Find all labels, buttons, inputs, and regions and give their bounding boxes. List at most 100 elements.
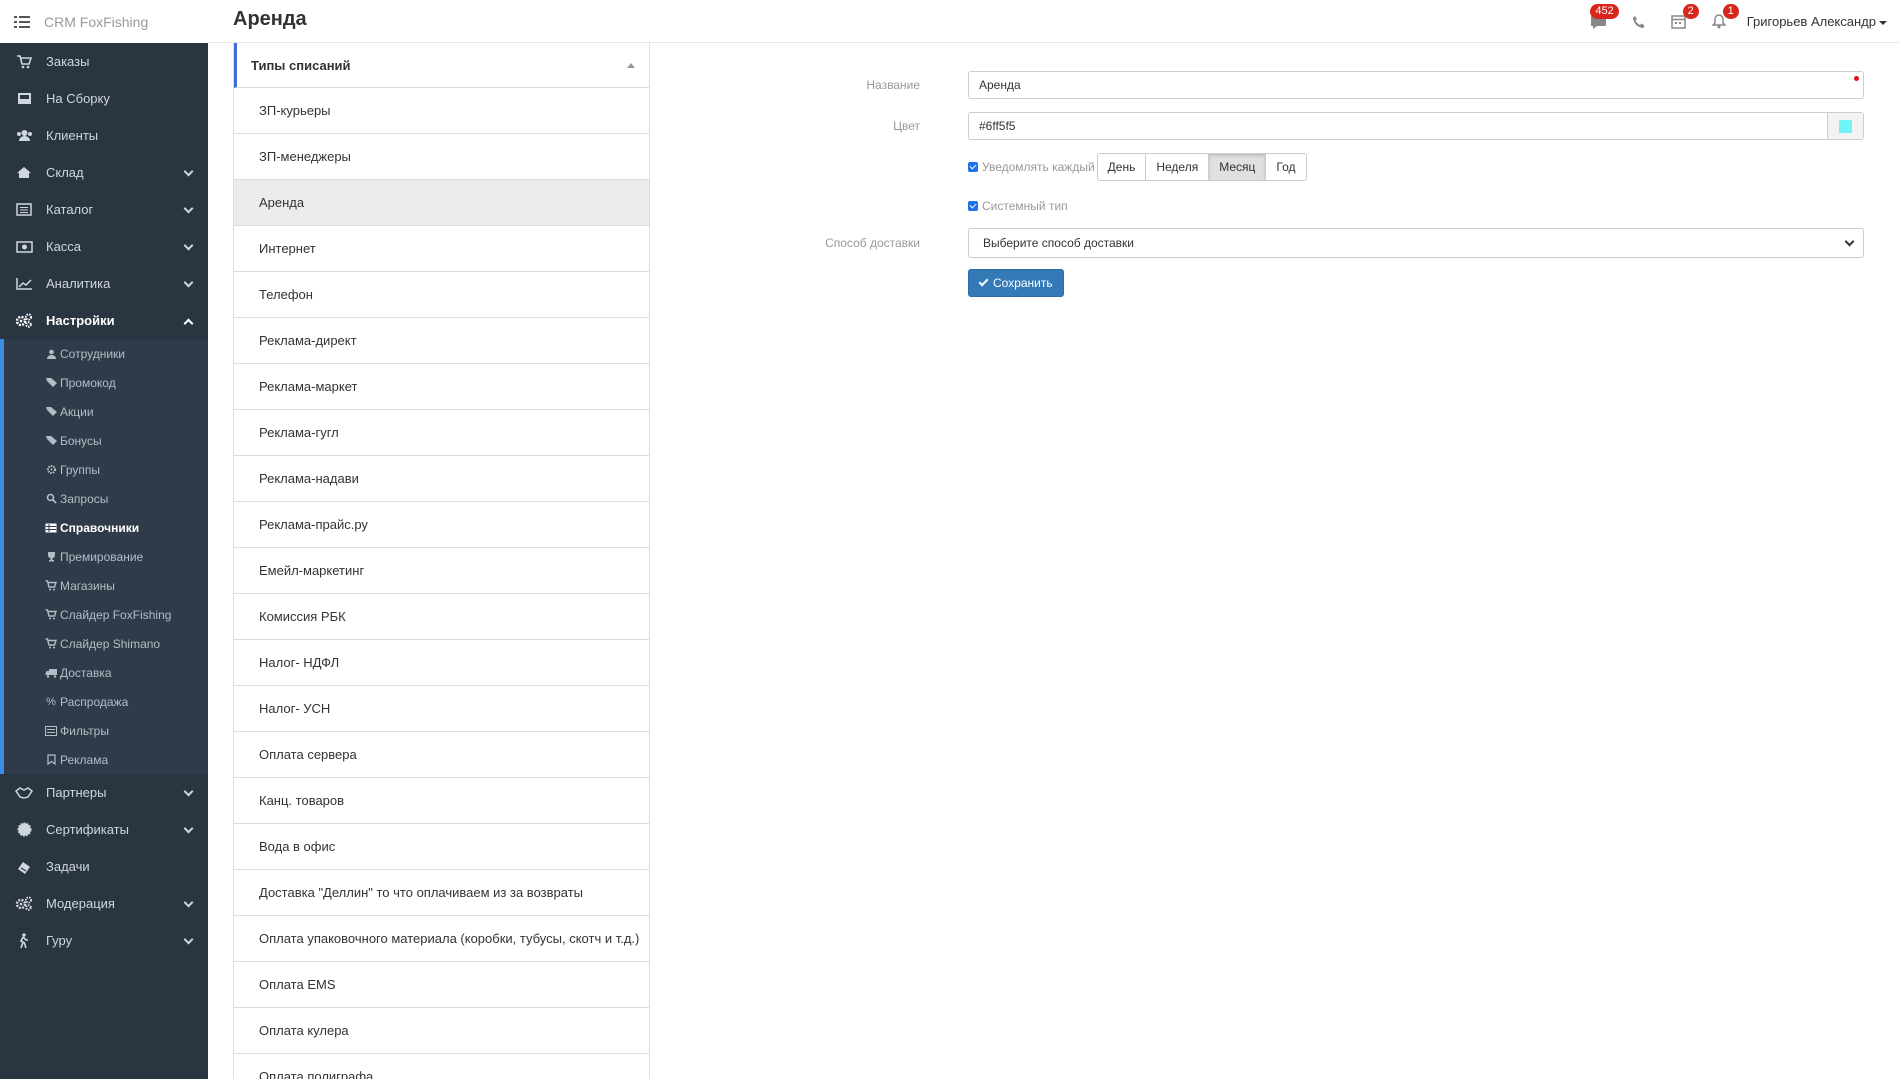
- color-label: Цвет: [893, 119, 920, 133]
- sidebar-item-tasks[interactable]: Задачи: [0, 848, 208, 885]
- sidebar-subitem-requests[interactable]: Запросы: [4, 484, 208, 513]
- delivery-select[interactable]: Выберите способ доставки: [968, 228, 1864, 258]
- sidebar-subitem-sale[interactable]: % Распродажа: [4, 687, 208, 716]
- list-item[interactable]: Реклама-надави: [234, 456, 649, 502]
- period-button-group: День Неделя Месяц Год: [1096, 153, 1307, 181]
- list-item[interactable]: Оплата кулера: [234, 1008, 649, 1054]
- sidebar-subitem-label: Премирование: [60, 549, 144, 564]
- delivery-label: Способ доставки: [825, 236, 920, 250]
- sidebar-item-partners[interactable]: Партнеры: [0, 774, 208, 811]
- list-item[interactable]: Оплата упаковочного материала (коробки, …: [234, 916, 649, 962]
- list-item[interactable]: Налог- НДФЛ: [234, 640, 649, 686]
- list-item[interactable]: ЗП-курьеры: [234, 88, 649, 134]
- sidebar-subitem-bonus-awards[interactable]: Премирование: [4, 542, 208, 571]
- list-item[interactable]: Реклама-гугл: [234, 410, 649, 456]
- sidebar-item-settings[interactable]: Настройки: [0, 302, 208, 339]
- sidebar-subitem-label: Реклама: [60, 752, 109, 767]
- list-item[interactable]: Телефон: [234, 272, 649, 318]
- sidebar-subitem-label: Группы: [60, 462, 100, 477]
- list-item[interactable]: Канц. товаров: [234, 778, 649, 824]
- name-field[interactable]: Аренда: [968, 71, 1864, 99]
- list-header[interactable]: Типы списаний: [234, 43, 649, 88]
- sidebar-item-cash[interactable]: Касса: [0, 228, 208, 265]
- sidebar-item-certificates[interactable]: Сертификаты: [0, 811, 208, 848]
- chevron-down-icon: [183, 934, 194, 945]
- notifications-badge: 1: [1722, 3, 1739, 19]
- list-item[interactable]: Реклама-прайс.ру: [234, 502, 649, 548]
- home-icon: [14, 165, 34, 181]
- list-item[interactable]: Реклама-маркет: [234, 364, 649, 410]
- brand[interactable]: CRM FoxFishing: [0, 0, 208, 43]
- calendar-button[interactable]: 2: [1667, 3, 1699, 34]
- messages-button[interactable]: 452: [1587, 3, 1619, 34]
- sidebar-item-catalog[interactable]: Каталог: [0, 191, 208, 228]
- user-menu[interactable]: Григорьев Александр: [1747, 14, 1887, 29]
- menu-icon[interactable]: [14, 15, 30, 28]
- cart-icon: [44, 638, 58, 650]
- tasks-icon: [14, 859, 34, 875]
- list-item[interactable]: Аренда: [234, 180, 649, 226]
- list-item[interactable]: Налог- УСН: [234, 686, 649, 732]
- chevron-down-icon: [183, 166, 194, 177]
- sidebar-subitem-delivery[interactable]: Доставка: [4, 658, 208, 687]
- list-item[interactable]: Вода в офис: [234, 824, 649, 870]
- list-item[interactable]: Реклама-директ: [234, 318, 649, 364]
- list-item[interactable]: Доставка "Деллин" то что оплачиваем из з…: [234, 870, 649, 916]
- color-picker-button[interactable]: [1827, 113, 1863, 139]
- name-row: Название Аренда: [660, 71, 1899, 99]
- list-item[interactable]: ЗП-менеджеры: [234, 134, 649, 180]
- phone-button[interactable]: [1627, 10, 1651, 34]
- list-item[interactable]: Оплата EMS: [234, 962, 649, 1008]
- sidebar-subitem-employees[interactable]: Сотрудники: [4, 339, 208, 368]
- inbox-icon: [14, 91, 34, 107]
- sidebar-subitem-slider-shimano[interactable]: Слайдер Shimano: [4, 629, 208, 658]
- sidebar-item-assembly[interactable]: На Сборку: [0, 80, 208, 117]
- checkbox-checked-icon: [968, 162, 978, 172]
- sidebar-item-moderation[interactable]: Модерация: [0, 885, 208, 922]
- period-button[interactable]: Месяц: [1208, 153, 1267, 181]
- sidebar-item-label: Каталог: [46, 202, 94, 217]
- walk-icon: [14, 932, 34, 949]
- sidebar-subitem-label: Бонусы: [60, 433, 102, 448]
- sidebar-item-orders[interactable]: Заказы: [0, 43, 208, 80]
- list-item-label: Канц. товаров: [259, 793, 345, 808]
- sidebar-item-label: Касса: [46, 239, 82, 254]
- sidebar-item-analytics[interactable]: Аналитика: [0, 265, 208, 302]
- period-button[interactable]: Неделя: [1145, 153, 1210, 181]
- sidebar-subitem-promocode[interactable]: Промокод: [4, 368, 208, 397]
- sidebar-item-guru[interactable]: Гуру: [0, 922, 208, 959]
- list-item[interactable]: Интернет: [234, 226, 649, 272]
- list-item[interactable]: Комиссия РБК: [234, 594, 649, 640]
- sidebar-subitem-references[interactable]: Справочники: [4, 513, 208, 542]
- sidebar-subitem-label: Слайдер Shimano: [60, 636, 161, 651]
- notify-checkbox[interactable]: Уведомлять каждый: [968, 160, 1095, 174]
- period-button[interactable]: День: [1096, 153, 1147, 181]
- system-type-checkbox[interactable]: Системный тип: [968, 199, 1068, 213]
- sidebar-subitem-groups[interactable]: Группы: [4, 455, 208, 484]
- list-item-label: ЗП-курьеры: [259, 103, 331, 118]
- sidebar-subitem-advertising[interactable]: Реклама: [4, 745, 208, 774]
- notifications-button[interactable]: 1: [1707, 3, 1739, 34]
- list-item[interactable]: Оплата сервера: [234, 732, 649, 778]
- sidebar-subitem-slider-foxfishing[interactable]: Слайдер FoxFishing: [4, 600, 208, 629]
- sidebar-subitem-label: Промокод: [60, 375, 116, 390]
- sidebar-subitem-promotions[interactable]: Акции: [4, 397, 208, 426]
- list-item-label: Вода в офис: [259, 839, 336, 854]
- save-button[interactable]: Сохранить: [968, 269, 1064, 297]
- page-title: Аренда: [233, 8, 307, 30]
- sidebar-subitem-bonuses[interactable]: Бонусы: [4, 426, 208, 455]
- sidebar-item-warehouse[interactable]: Склад: [0, 154, 208, 191]
- color-field[interactable]: #6ff5f5: [968, 112, 1864, 140]
- search-icon: [44, 493, 58, 505]
- sidebar-subitem-filters[interactable]: Фильтры: [4, 716, 208, 745]
- list-item[interactable]: Оплата полиграфа: [234, 1054, 649, 1079]
- chevron-down-icon: [183, 897, 194, 908]
- sidebar-subitem-shops[interactable]: Магазины: [4, 571, 208, 600]
- period-button[interactable]: Год: [1265, 153, 1307, 181]
- list-item[interactable]: Емейл-маркетинг: [234, 548, 649, 594]
- truck-icon: [44, 667, 58, 679]
- collapse-icon[interactable]: [627, 63, 635, 68]
- sidebar-subitem-label: Акции: [60, 404, 94, 419]
- sidebar-subitem-label: Распродажа: [60, 694, 129, 709]
- sidebar-item-clients[interactable]: Клиенты: [0, 117, 208, 154]
